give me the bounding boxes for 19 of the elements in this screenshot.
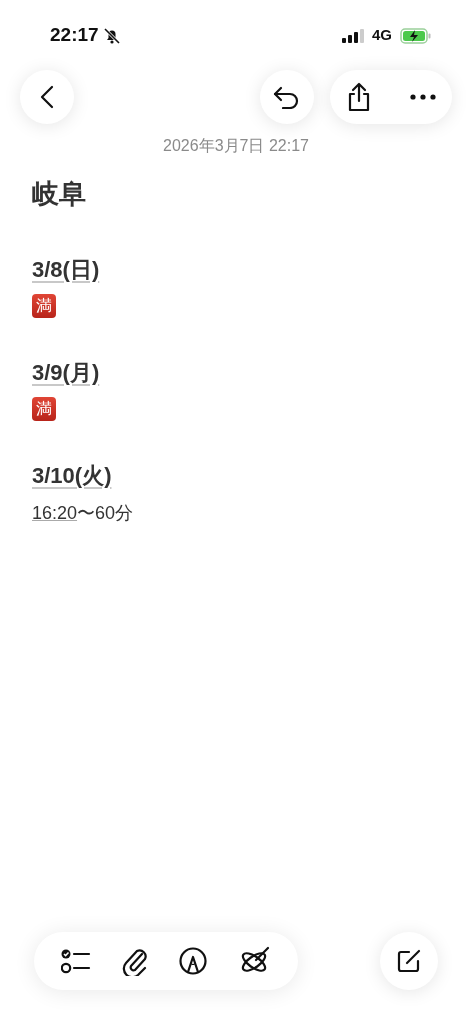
entry-text: 16:20〜60分 [32,501,135,525]
date-heading: 3/9(月) [32,358,100,387]
checklist-button[interactable] [61,948,92,974]
date-heading: 3/8(日) [32,255,100,284]
paperclip-button[interactable] [121,946,148,976]
pen-circle-button[interactable] [178,946,209,976]
time-link[interactable]: 16:20 [32,502,78,523]
date-heading: 3/10(火) [32,461,112,490]
compose-icon [396,948,422,974]
note-timestamp: 2026年3月7日 22:17 [162,136,310,156]
undo-icon [273,85,301,109]
network-label: 4G [372,25,392,45]
share-button[interactable] [346,82,372,112]
status-time: 22:17 [50,23,99,47]
note-title: 岐阜 [32,178,87,211]
more-button[interactable] [410,94,436,100]
full-badge: 満 [32,293,56,318]
full-badge: 満 [32,396,56,421]
chevron-left-icon [40,85,54,109]
